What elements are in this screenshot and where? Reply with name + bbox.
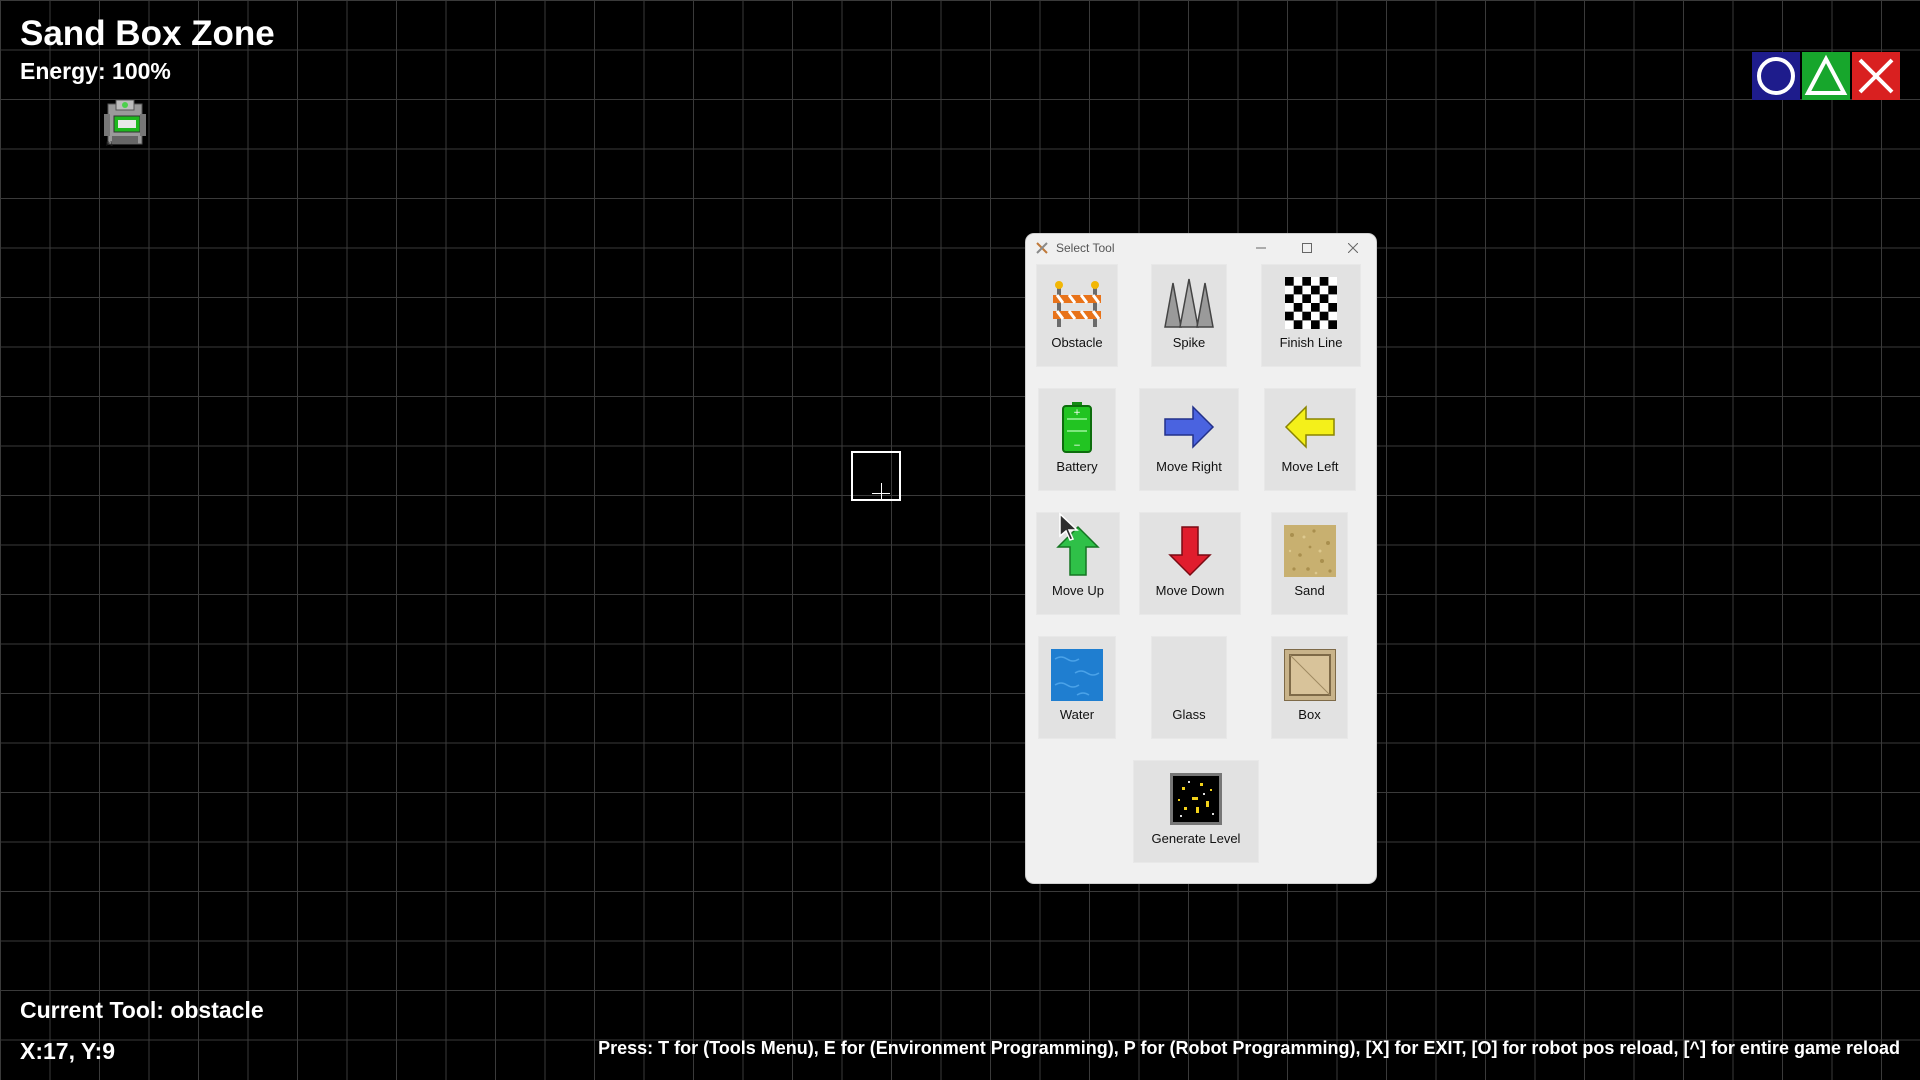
tool-label: Sand [1294,583,1325,598]
maximize-icon [1302,243,1312,253]
tool-finish-line[interactable]: Finish Line [1261,264,1361,367]
tool-label: Generate Level [1151,831,1241,846]
tool-water[interactable]: Water [1038,636,1116,739]
crosshair-icon [881,483,882,501]
water-tile-icon [1051,649,1103,701]
tool-label: Move Left [1281,459,1339,474]
mouse-pointer-icon [1059,512,1079,541]
minimize-button[interactable] [1238,234,1284,262]
tool-obstacle[interactable]: Obstacle [1036,264,1118,367]
tool-label: Move Right [1156,459,1222,474]
tool-sand[interactable]: Sand [1271,512,1348,615]
current-tool-label: Current Tool: obstacle [20,997,264,1023]
reload-game-button[interactable] [1802,52,1850,100]
maximize-button[interactable] [1284,234,1330,262]
control-buttons [1752,52,1900,100]
grid-cursor[interactable] [851,451,901,501]
tool-label: Obstacle [1051,335,1103,350]
spike-icon [1164,278,1214,328]
generate-level-button[interactable]: Generate Level [1133,760,1259,863]
tool-label: Finish Line [1279,335,1343,350]
generate-level-icon [1170,773,1222,825]
keyboard-help: Press: T for (Tools Menu), E for (Enviro… [598,1038,1900,1058]
tools-icon [1036,242,1048,254]
select-tool-window: Select Tool Obstacle Spike Finish Line +… [1026,234,1376,883]
arrow-left-icon [1284,405,1335,449]
cursor-coordinates: X:17, Y:9 [20,1038,116,1064]
reload-robot-button[interactable] [1752,52,1800,100]
tool-grid: Obstacle Spike Finish Line + − Battery M… [1026,262,1376,882]
tool-label: Move Down [1155,583,1225,598]
tool-move-right[interactable]: Move Right [1139,388,1239,491]
energy-readout: Energy: 100% [20,58,171,84]
cross-icon [1858,58,1894,94]
robot-sprite-icon: P1 [104,100,146,148]
arrow-right-icon [1164,405,1215,449]
tool-glass[interactable]: Glass [1151,636,1227,739]
close-button[interactable] [1330,234,1376,262]
tool-label: Spike [1172,335,1206,350]
tool-label: Move Up [1051,583,1105,598]
box-tile-icon [1283,649,1336,701]
exit-button[interactable] [1852,52,1900,100]
svg-text:−: − [1073,441,1081,451]
tool-move-down[interactable]: Move Down [1139,512,1241,615]
tool-box[interactable]: Box [1271,636,1348,739]
glass-tile-icon [1163,649,1215,701]
tool-move-left[interactable]: Move Left [1264,388,1356,491]
tool-label: Glass [1172,707,1206,722]
svg-text:P1: P1 [106,141,114,148]
game-grid[interactable]: Sand Box Zone Energy: 100% P1 Current To… [0,0,1920,1080]
tool-label: Water [1059,707,1095,722]
minimize-icon [1256,247,1266,249]
close-icon [1348,243,1358,253]
arrow-down-icon [1168,526,1212,577]
triangle-icon [1804,54,1848,95]
barrier-icon [1053,281,1101,327]
tool-label: Battery [1056,459,1098,474]
window-title: Select Tool [1056,241,1115,255]
circle-icon [1757,57,1795,95]
tool-label: Box [1298,707,1321,722]
checkered-flag-icon [1285,277,1337,329]
battery-icon: + − [1062,402,1092,453]
tool-spike[interactable]: Spike [1151,264,1227,367]
zone-title: Sand Box Zone [20,14,275,53]
sand-tile-icon [1283,525,1336,577]
window-titlebar[interactable]: Select Tool [1026,234,1376,262]
tool-battery[interactable]: + − Battery [1038,388,1116,491]
svg-text:+: + [1073,408,1081,418]
